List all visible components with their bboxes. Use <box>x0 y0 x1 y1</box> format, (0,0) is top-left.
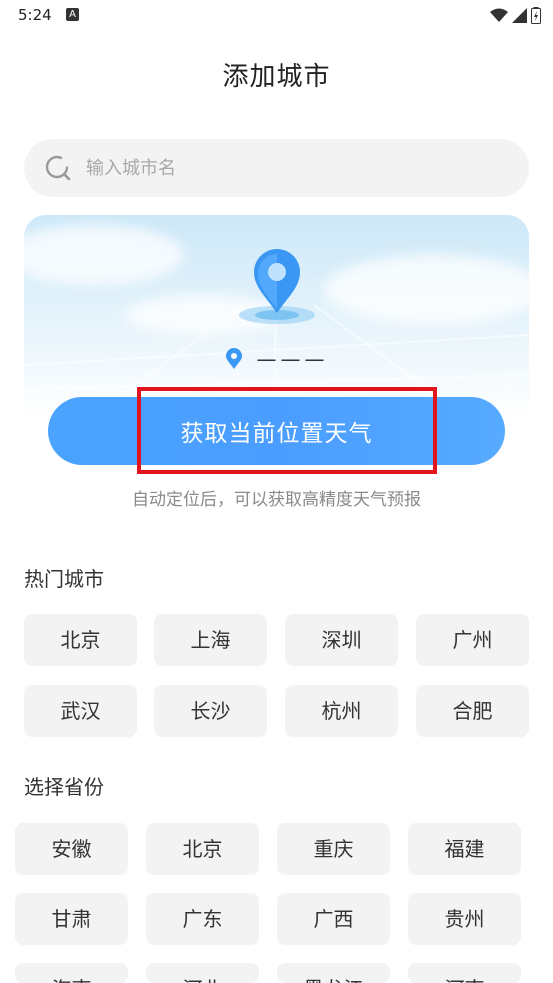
current-location-text: ——— <box>256 347 329 371</box>
locate-hint: 自动定位后，可以获取高精度天气预报 <box>132 490 421 510</box>
battery-icon <box>531 7 541 24</box>
province-chip[interactable]: 重庆 <box>277 823 390 875</box>
province-chip[interactable]: 广东 <box>146 893 259 945</box>
hot-city-chip[interactable]: 长沙 <box>154 685 267 737</box>
notification-badge-icon: A <box>66 8 79 21</box>
province-chip[interactable]: 黑龙江 <box>277 963 390 983</box>
hot-city-chip[interactable]: 上海 <box>154 614 267 666</box>
status-icons <box>490 7 541 24</box>
hot-city-chip[interactable]: 深圳 <box>285 614 398 666</box>
province-chip[interactable]: 北京 <box>146 823 259 875</box>
hot-city-chip[interactable]: 广州 <box>416 614 529 666</box>
search-input[interactable] <box>86 149 506 187</box>
province-chip[interactable]: 甘肃 <box>15 893 128 945</box>
highlight-frame <box>137 387 437 474</box>
wifi-icon <box>490 8 508 22</box>
hot-cities-title: 热门城市 <box>24 567 104 591</box>
status-bar: 5:24 A <box>0 0 553 34</box>
provinces-title: 选择省份 <box>24 775 104 799</box>
province-chip[interactable]: 海南 <box>15 963 128 983</box>
search-icon <box>45 155 71 181</box>
hot-city-chip[interactable]: 杭州 <box>285 685 398 737</box>
hot-city-chip[interactable]: 北京 <box>24 614 137 666</box>
current-location-row: ——— <box>24 347 529 371</box>
signal-icon <box>512 8 527 23</box>
province-chip[interactable]: 贵州 <box>408 893 521 945</box>
search-box[interactable] <box>24 139 529 197</box>
province-chip[interactable]: 河南 <box>408 963 521 983</box>
province-chip[interactable]: 安徽 <box>15 823 128 875</box>
location-pin-icon <box>239 249 315 324</box>
page-title: 添加城市 <box>222 62 331 92</box>
location-marker-icon <box>225 348 242 369</box>
status-time: 5:24 <box>18 6 52 24</box>
province-chip[interactable]: 福建 <box>408 823 521 875</box>
province-chip[interactable]: 河北 <box>146 963 259 983</box>
hot-city-chip[interactable]: 武汉 <box>24 685 137 737</box>
province-chip[interactable]: 广西 <box>277 893 390 945</box>
hot-city-chip[interactable]: 合肥 <box>416 685 529 737</box>
